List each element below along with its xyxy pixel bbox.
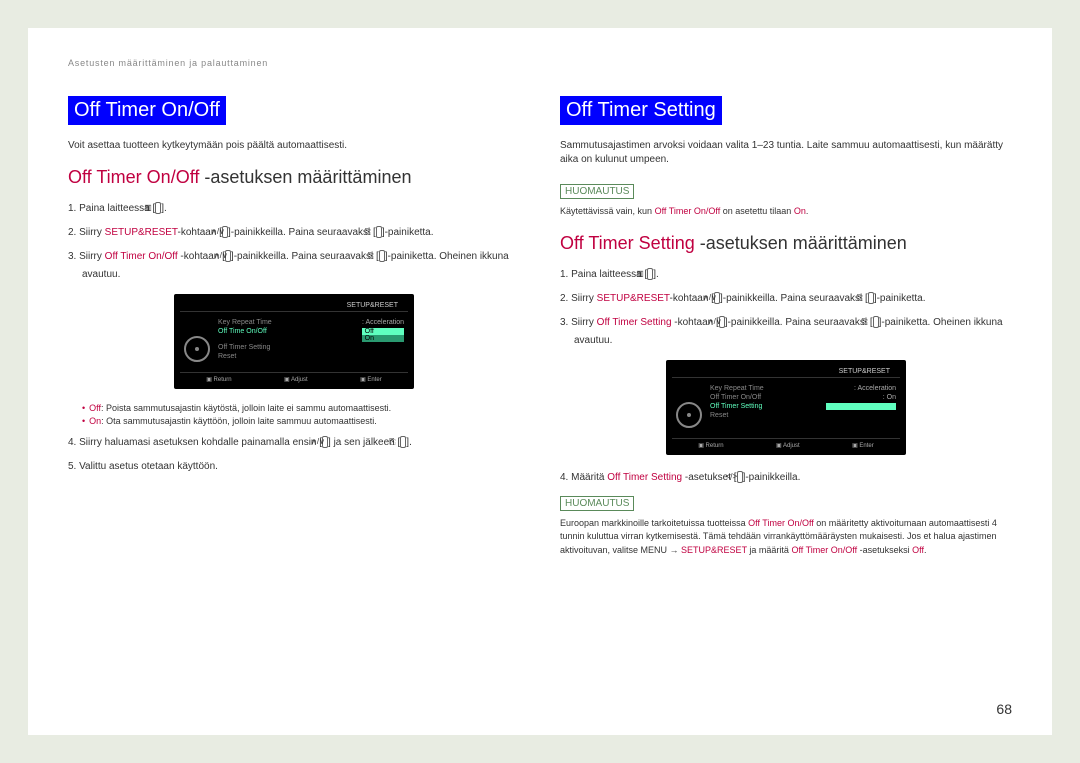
subsection-title-left: Off Timer On/Off -asetuksen määrittämine…	[68, 167, 520, 188]
osd-screenshot-left: SETUP&RESET Key Repeat Time: Acceleratio…	[174, 294, 414, 389]
manual-page: Asetusten määrittäminen ja palauttaminen…	[28, 28, 1052, 735]
step-4: 4. Siirry haluamasi asetuksen kohdalle p…	[68, 434, 520, 452]
breadcrumb: Asetusten määrittäminen ja palauttaminen	[68, 58, 1012, 68]
note-text-1: Käytettävissä vain, kun Off Timer On/Off…	[560, 205, 1012, 219]
steps-right-cont: 4. Määritä Off Timer Setting -asetukset …	[560, 469, 1012, 487]
step-5: 5. Valittu asetus otetaan käyttöön.	[68, 458, 520, 476]
step-r1: 1. Paina laitteessa [▥].	[560, 266, 1012, 284]
note-text-2: Euroopan markkinoille tarkoitetuissa tuo…	[560, 517, 1012, 558]
dial-icon	[184, 336, 210, 362]
note-label-1: HUOMAUTUS	[560, 184, 634, 199]
intro-right: Sammutusajastimen arvoksi voidaan valita…	[560, 139, 1012, 167]
steps-left: 1. Paina laitteessa [▥]. 2. Siirry SETUP…	[68, 200, 520, 284]
section-title-left: Off Timer On/Off	[68, 96, 226, 125]
bullet-on: On: Ota sammutusajastin käyttöön, jolloi…	[82, 416, 520, 426]
step-r2: 2. Siirry SETUP&RESET-kohtaan [∧/∨]-pain…	[560, 290, 1012, 308]
bullet-off: Off: Poista sammutusajastin käytöstä, jo…	[82, 403, 520, 413]
subsection-title-right: Off Timer Setting -asetuksen määrittämin…	[560, 233, 1012, 254]
page-number: 68	[996, 701, 1012, 717]
right-column: Off Timer Setting Sammutusajastimen arvo…	[560, 96, 1012, 571]
bullets-left: Off: Poista sammutusajastin käytöstä, jo…	[82, 403, 520, 426]
step-3: 3. Siirry Off Timer On/Off -kohtaan [∧/∨…	[68, 248, 520, 284]
step-2: 2. Siirry SETUP&RESET-kohtaan [∧/∨]-pain…	[68, 224, 520, 242]
section-title-right: Off Timer Setting	[560, 96, 722, 125]
dial-icon	[676, 402, 702, 428]
step-1: 1. Paina laitteessa [▥].	[68, 200, 520, 218]
content-columns: Off Timer On/Off Voit asettaa tuotteen k…	[68, 96, 1012, 571]
osd-screenshot-right: SETUP&RESET Key Repeat Time: Acceleratio…	[666, 360, 906, 455]
left-column: Off Timer On/Off Voit asettaa tuotteen k…	[68, 96, 520, 571]
intro-left: Voit asettaa tuotteen kytkeytymään pois …	[68, 139, 520, 153]
note-label-2: HUOMAUTUS	[560, 496, 634, 511]
step-r3: 3. Siirry Off Timer Setting -kohtaan [∧/…	[560, 314, 1012, 350]
step-r4: 4. Määritä Off Timer Setting -asetukset …	[560, 469, 1012, 487]
steps-right: 1. Paina laitteessa [▥]. 2. Siirry SETUP…	[560, 266, 1012, 350]
steps-left-cont: 4. Siirry haluamasi asetuksen kohdalle p…	[68, 434, 520, 476]
